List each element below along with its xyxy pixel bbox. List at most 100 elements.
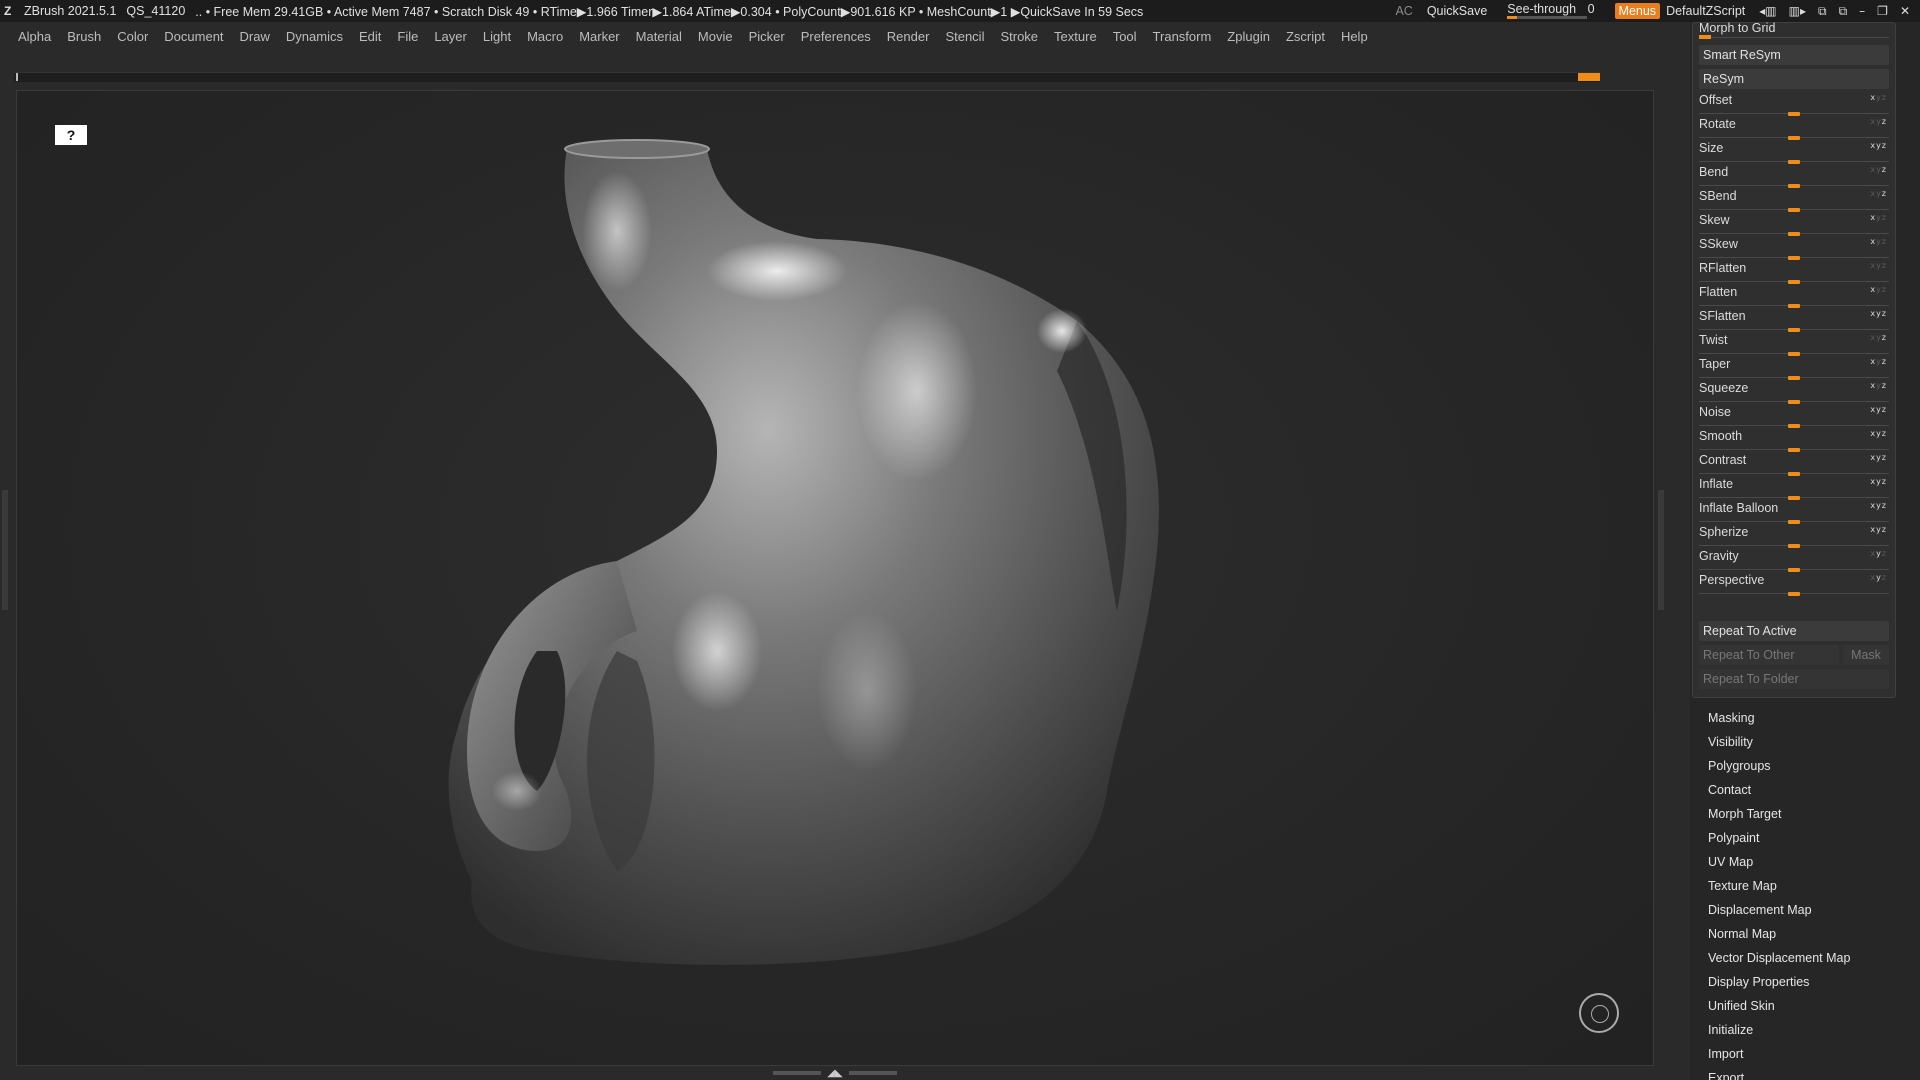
size-axis-toggles[interactable]: xyz xyxy=(1870,141,1887,150)
menu-stroke[interactable]: Stroke xyxy=(1000,29,1038,44)
menu-alpha[interactable]: Alpha xyxy=(18,29,51,44)
inflate-axis-toggles[interactable]: xyz xyxy=(1870,477,1887,486)
axis-z-toggle[interactable]: z xyxy=(1882,573,1887,582)
left-tray-handle[interactable] xyxy=(2,490,8,610)
menu-render[interactable]: Render xyxy=(887,29,930,44)
smooth-slider[interactable]: Smooth xyz xyxy=(1699,429,1891,453)
repeat-to-folder-button[interactable]: Repeat To Folder xyxy=(1699,669,1889,689)
axis-z-toggle[interactable]: z xyxy=(1882,405,1887,414)
bend-knob[interactable] xyxy=(1788,184,1800,188)
subpalette-vector-displacement-map[interactable]: Vector Displacement Map xyxy=(1708,946,1918,970)
axis-z-toggle[interactable]: z xyxy=(1882,381,1887,390)
menu-texture[interactable]: Texture xyxy=(1054,29,1097,44)
twist-axis-toggles[interactable]: xyz xyxy=(1870,333,1887,342)
subpalette-contact[interactable]: Contact xyxy=(1708,778,1918,802)
subpalette-masking[interactable]: Masking xyxy=(1708,706,1918,730)
size-knob[interactable] xyxy=(1788,160,1800,164)
taper-slider[interactable]: Taper xyz xyxy=(1699,357,1891,381)
menu-material[interactable]: Material xyxy=(636,29,682,44)
subpalette-texture-map[interactable]: Texture Map xyxy=(1708,874,1918,898)
smooth-axis-toggles[interactable]: xyz xyxy=(1870,429,1887,438)
subpalette-display-properties[interactable]: Display Properties xyxy=(1708,970,1918,994)
axis-z-toggle[interactable]: z xyxy=(1882,117,1887,126)
menu-help[interactable]: Help xyxy=(1341,29,1368,44)
axis-z-toggle[interactable]: z xyxy=(1882,189,1887,198)
skew-knob[interactable] xyxy=(1788,232,1800,236)
noise-axis-toggles[interactable]: xyz xyxy=(1870,405,1887,414)
morph-to-grid-knob[interactable] xyxy=(1699,35,1711,39)
inflate-slider[interactable]: Inflate xyz xyxy=(1699,477,1891,501)
twist-knob[interactable] xyxy=(1788,352,1800,356)
axis-z-toggle[interactable]: z xyxy=(1882,453,1887,462)
inflate-balloon-slider[interactable]: Inflate Balloon xyz xyxy=(1699,501,1891,525)
right-tray-handle[interactable] xyxy=(1658,490,1664,610)
repeat-to-active-button[interactable]: Repeat To Active xyxy=(1699,621,1889,641)
offset-knob[interactable] xyxy=(1788,112,1800,116)
bend-slider[interactable]: Bend xyz xyxy=(1699,165,1891,189)
menu-stencil[interactable]: Stencil xyxy=(945,29,984,44)
contrast-knob[interactable] xyxy=(1788,472,1800,476)
squeeze-slider[interactable]: Squeeze xyz xyxy=(1699,381,1891,405)
spherize-slider[interactable]: Spherize xyz xyxy=(1699,525,1891,549)
axis-z-toggle[interactable]: z xyxy=(1882,141,1887,150)
axis-z-toggle[interactable]: z xyxy=(1882,165,1887,174)
ui-layout-icon[interactable]: ⧉ xyxy=(1839,4,1848,19)
noise-slider[interactable]: Noise xyz xyxy=(1699,405,1891,429)
subpalette-polypaint[interactable]: Polypaint xyxy=(1708,826,1918,850)
menu-color[interactable]: Color xyxy=(117,29,148,44)
menu-zplugin[interactable]: Zplugin xyxy=(1227,29,1270,44)
restore-icon[interactable]: ❐ xyxy=(1877,4,1888,19)
perspective-knob[interactable] xyxy=(1788,592,1800,596)
sflatten-knob[interactable] xyxy=(1788,328,1800,332)
spherize-knob[interactable] xyxy=(1788,544,1800,548)
menu-preferences[interactable]: Preferences xyxy=(801,29,871,44)
sculpt-mesh[interactable] xyxy=(17,91,1654,1066)
axis-z-toggle[interactable]: z xyxy=(1882,357,1887,366)
inflate-balloon-knob[interactable] xyxy=(1788,520,1800,524)
axis-z-toggle[interactable]: z xyxy=(1882,261,1887,270)
menu-edit[interactable]: Edit xyxy=(359,29,381,44)
perspective-slider[interactable]: Perspective xyz xyxy=(1699,573,1891,597)
sbend-axis-toggles[interactable]: xyz xyxy=(1870,189,1887,198)
sflatten-slider[interactable]: SFlatten xyz xyxy=(1699,309,1891,333)
mask-button[interactable]: Mask xyxy=(1843,645,1889,665)
axis-z-toggle[interactable]: z xyxy=(1882,333,1887,342)
menu-layer[interactable]: Layer xyxy=(434,29,467,44)
sbend-knob[interactable] xyxy=(1788,208,1800,212)
menu-transform[interactable]: Transform xyxy=(1153,29,1212,44)
inflate-knob[interactable] xyxy=(1788,496,1800,500)
inflate-balloon-axis-toggles[interactable]: xyz xyxy=(1870,501,1887,510)
taper-knob[interactable] xyxy=(1788,376,1800,380)
canvas-viewport[interactable]: ? xyxy=(16,90,1654,1066)
menu-macro[interactable]: Macro xyxy=(527,29,563,44)
menu-picker[interactable]: Picker xyxy=(749,29,785,44)
rflatten-axis-toggles[interactable]: xyz xyxy=(1870,261,1887,270)
menu-draw[interactable]: Draw xyxy=(240,29,270,44)
subpalette-initialize[interactable]: Initialize xyxy=(1708,1018,1918,1042)
rflatten-knob[interactable] xyxy=(1788,280,1800,284)
contrast-slider[interactable]: Contrast xyz xyxy=(1699,453,1891,477)
subpalette-displacement-map[interactable]: Displacement Map xyxy=(1708,898,1918,922)
minimize-icon[interactable]: – xyxy=(1859,4,1865,19)
help-badge-icon[interactable]: ? xyxy=(55,125,87,145)
subpalette-unified-skin[interactable]: Unified Skin xyxy=(1708,994,1918,1018)
timeline-marker[interactable] xyxy=(1578,73,1600,81)
gravity-slider[interactable]: Gravity xyz xyxy=(1699,549,1891,573)
subpalette-normal-map[interactable]: Normal Map xyxy=(1708,922,1918,946)
axis-z-toggle[interactable]: z xyxy=(1882,429,1887,438)
axis-z-toggle[interactable]: z xyxy=(1882,501,1887,510)
subpalette-polygroups[interactable]: Polygroups xyxy=(1708,754,1918,778)
rflatten-slider[interactable]: RFlatten xyz xyxy=(1699,261,1891,285)
subpalette-export[interactable]: Export xyxy=(1708,1066,1918,1080)
bend-axis-toggles[interactable]: xyz xyxy=(1870,165,1887,174)
layout-left-icon[interactable]: ◂▥ xyxy=(1759,4,1776,19)
rotate-knob[interactable] xyxy=(1788,136,1800,140)
size-slider[interactable]: Size xyz xyxy=(1699,141,1891,165)
menu-light[interactable]: Light xyxy=(483,29,511,44)
axis-z-toggle[interactable]: z xyxy=(1882,549,1887,558)
noise-knob[interactable] xyxy=(1788,424,1800,428)
quicksave-button[interactable]: QuickSave xyxy=(1427,4,1487,18)
skew-slider[interactable]: Skew xyz xyxy=(1699,213,1891,237)
menu-movie[interactable]: Movie xyxy=(698,29,733,44)
smart-resym-button[interactable]: Smart ReSym xyxy=(1699,45,1889,65)
